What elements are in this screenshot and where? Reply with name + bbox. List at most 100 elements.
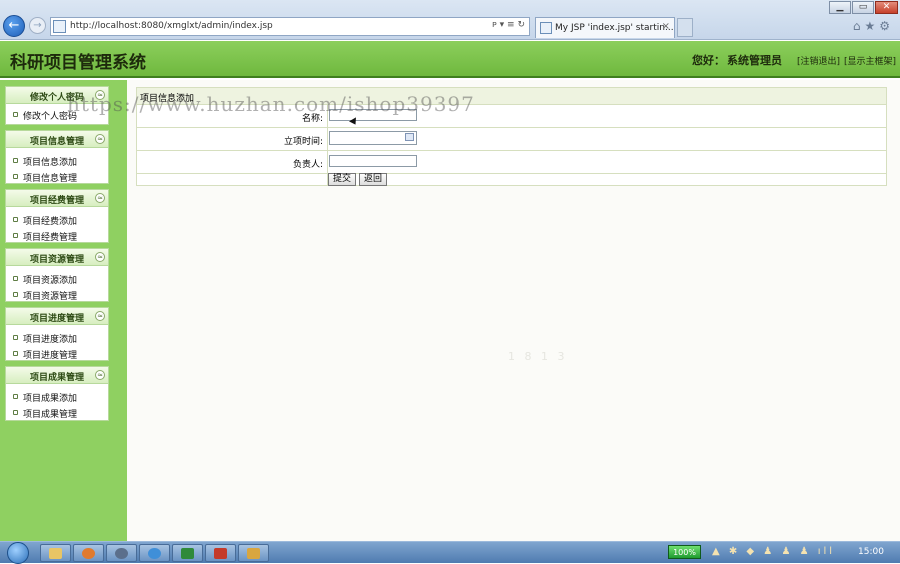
- sidebar-item-label: 项目经费添加: [23, 217, 78, 227]
- bullet-icon: [13, 158, 18, 163]
- sidebar-item-project-funding-add[interactable]: 项目经费添加: [6, 212, 108, 227]
- menu-group-project-progress: 项目进度管理 ≈ 项目进度添加 项目进度管理: [5, 307, 109, 361]
- menu-group-header[interactable]: 项目成果管理 ≈: [6, 367, 108, 384]
- start-date-input[interactable]: [329, 131, 417, 145]
- battery-indicator[interactable]: 100%: [668, 545, 701, 559]
- bullet-icon: [13, 335, 18, 340]
- arrow-right-icon: →: [33, 20, 42, 31]
- bullet-icon: [13, 394, 18, 399]
- maximize-button[interactable]: ▭: [852, 1, 874, 14]
- menu-group-project-info: 项目信息管理 ≈ 项目信息添加 项目信息管理: [5, 130, 109, 184]
- menu-group-title: 项目成果管理: [29, 373, 84, 383]
- column-divider: [327, 128, 328, 150]
- minimize-button[interactable]: ▁: [829, 1, 851, 14]
- taskbar-firefox-button[interactable]: [73, 544, 104, 562]
- column-divider: [327, 151, 328, 173]
- sidebar-item-project-info-add[interactable]: 项目信息添加: [6, 153, 108, 168]
- owner-label: 负责人:: [292, 160, 323, 170]
- address-url[interactable]: http://localhost:8080/xmglxt/admin/index…: [70, 21, 273, 31]
- bullet-icon: [13, 276, 18, 281]
- main-content: 项目信息添加 名称: 立项时间: 负责人: 提交 返回 1 8 1 3: [127, 80, 900, 541]
- collapse-icon[interactable]: ≈: [95, 311, 105, 321]
- back-button[interactable]: 返回: [359, 173, 387, 186]
- sidebar-item-label: 项目资源添加: [23, 276, 78, 286]
- forward-button[interactable]: →: [29, 17, 46, 34]
- address-bar[interactable]: http://localhost:8080/xmglxt/admin/index…: [50, 17, 530, 36]
- browser-tab[interactable]: My JSP 'index.jsp' startin... ×: [535, 17, 675, 38]
- app-header: 科研项目管理系统 您好： 系统管理员 [注销退出] [显示主框架]: [0, 41, 900, 78]
- page-favicon-icon: [53, 20, 66, 33]
- sidebar-item-project-info-manage[interactable]: 项目信息管理: [6, 169, 108, 184]
- show-main-frame-link[interactable]: [显示主框架]: [844, 54, 896, 67]
- sidebar-item-label: 项目成果添加: [23, 394, 78, 404]
- logout-link[interactable]: [注销退出]: [797, 54, 840, 67]
- media-icon: [214, 548, 227, 559]
- form-row-owner: 负责人:: [137, 151, 886, 174]
- menu-group-header[interactable]: 项目资源管理 ≈: [6, 249, 108, 266]
- tab-favicon-icon: [540, 22, 552, 34]
- menu-group-project-results: 项目成果管理 ≈ 项目成果添加 项目成果管理: [5, 366, 109, 421]
- taskbar-explorer-button[interactable]: [40, 544, 71, 562]
- menu-group-header[interactable]: 项目进度管理 ≈: [6, 308, 108, 325]
- start-button[interactable]: [7, 542, 29, 564]
- watermark: https://www.huzhan.com/ishop39397: [67, 92, 475, 116]
- bullet-icon: [13, 233, 18, 238]
- sidebar-item-label: 项目进度添加: [23, 335, 78, 345]
- folder-icon: [49, 548, 62, 559]
- menu-group-title: 项目资源管理: [29, 255, 84, 265]
- app-title: 科研项目管理系统: [10, 53, 146, 73]
- bullet-icon: [13, 217, 18, 222]
- address-controls-icon[interactable]: ᴘ ▾ ≡ ↻: [492, 20, 525, 30]
- form-row-start-date: 立项时间:: [137, 128, 886, 151]
- sidebar-item-label: 项目资源管理: [23, 292, 78, 302]
- greeting-label: 您好：: [692, 54, 725, 67]
- taskbar-media-button[interactable]: [205, 544, 236, 562]
- sidebar-item-project-resource-add[interactable]: 项目资源添加: [6, 271, 108, 286]
- sidebar-item-label: 项目信息添加: [23, 158, 78, 168]
- menu-group-title: 项目进度管理: [29, 314, 84, 324]
- menu-group-title: 项目经费管理: [29, 196, 84, 206]
- browser-toolbar: ← → http://localhost:8080/xmglxt/admin/i…: [0, 0, 900, 40]
- sidebar-item-project-results-manage[interactable]: 项目成果管理: [6, 405, 108, 420]
- bullet-icon: [13, 292, 18, 297]
- sidebar-item-project-results-add[interactable]: 项目成果添加: [6, 389, 108, 404]
- sidebar-item-label: 项目进度管理: [23, 351, 78, 361]
- collapse-icon[interactable]: ≈: [95, 134, 105, 144]
- archive-icon: [247, 548, 260, 559]
- sidebar-item-project-resource-manage[interactable]: 项目资源管理: [6, 287, 108, 302]
- form-row-actions: 提交 返回: [137, 173, 886, 186]
- submit-button[interactable]: 提交: [328, 173, 356, 186]
- home-star-gear-icon[interactable]: ⌂★⚙: [853, 19, 894, 33]
- clock[interactable]: 15:00: [858, 547, 884, 557]
- bullet-icon: [13, 351, 18, 356]
- sidebar-item-project-progress-manage[interactable]: 项目进度管理: [6, 346, 108, 361]
- menu-group-header[interactable]: 项目经费管理 ≈: [6, 190, 108, 207]
- taskbar-excel-button[interactable]: [172, 544, 203, 562]
- collapse-icon[interactable]: ≈: [95, 193, 105, 203]
- menu-group-project-funding: 项目经费管理 ≈ 项目经费添加 项目经费管理: [5, 189, 109, 243]
- current-user: 系统管理员: [727, 54, 782, 67]
- system-tray-icon[interactable]: ▲ ✱ ◆ ♟ ♟ ♟ ıll: [712, 546, 835, 557]
- back-button[interactable]: ←: [3, 15, 25, 37]
- tab-close-icon[interactable]: ×: [662, 21, 670, 32]
- taskbar-folder-button[interactable]: [238, 544, 269, 562]
- menu-group-project-resource: 项目资源管理 ≈ 项目资源添加 项目资源管理: [5, 248, 109, 302]
- sidebar-item-project-funding-manage[interactable]: 项目经费管理: [6, 228, 108, 243]
- collapse-icon[interactable]: ≈: [95, 252, 105, 262]
- menu-group-title: 项目信息管理: [29, 137, 84, 147]
- sidebar-item-label: 项目成果管理: [23, 410, 78, 420]
- menu-group-header[interactable]: 项目信息管理 ≈: [6, 131, 108, 148]
- ie-icon: [148, 548, 161, 559]
- new-tab-button[interactable]: [677, 18, 693, 37]
- collapse-icon[interactable]: ≈: [95, 370, 105, 380]
- firefox-icon: [82, 548, 95, 559]
- taskbar-ie-button[interactable]: [139, 544, 170, 562]
- taskbar-app-button[interactable]: [106, 544, 137, 562]
- taskbar: 100% ▲ ✱ ◆ ♟ ♟ ♟ ıll 15:00: [0, 541, 900, 564]
- calendar-icon[interactable]: [405, 133, 414, 141]
- sidebar-item-project-progress-add[interactable]: 项目进度添加: [6, 330, 108, 345]
- faint-text: 1 8 1 3: [508, 350, 568, 363]
- window-close-button[interactable]: ✕: [875, 1, 898, 14]
- owner-input[interactable]: [329, 155, 417, 167]
- bullet-icon: [13, 174, 18, 179]
